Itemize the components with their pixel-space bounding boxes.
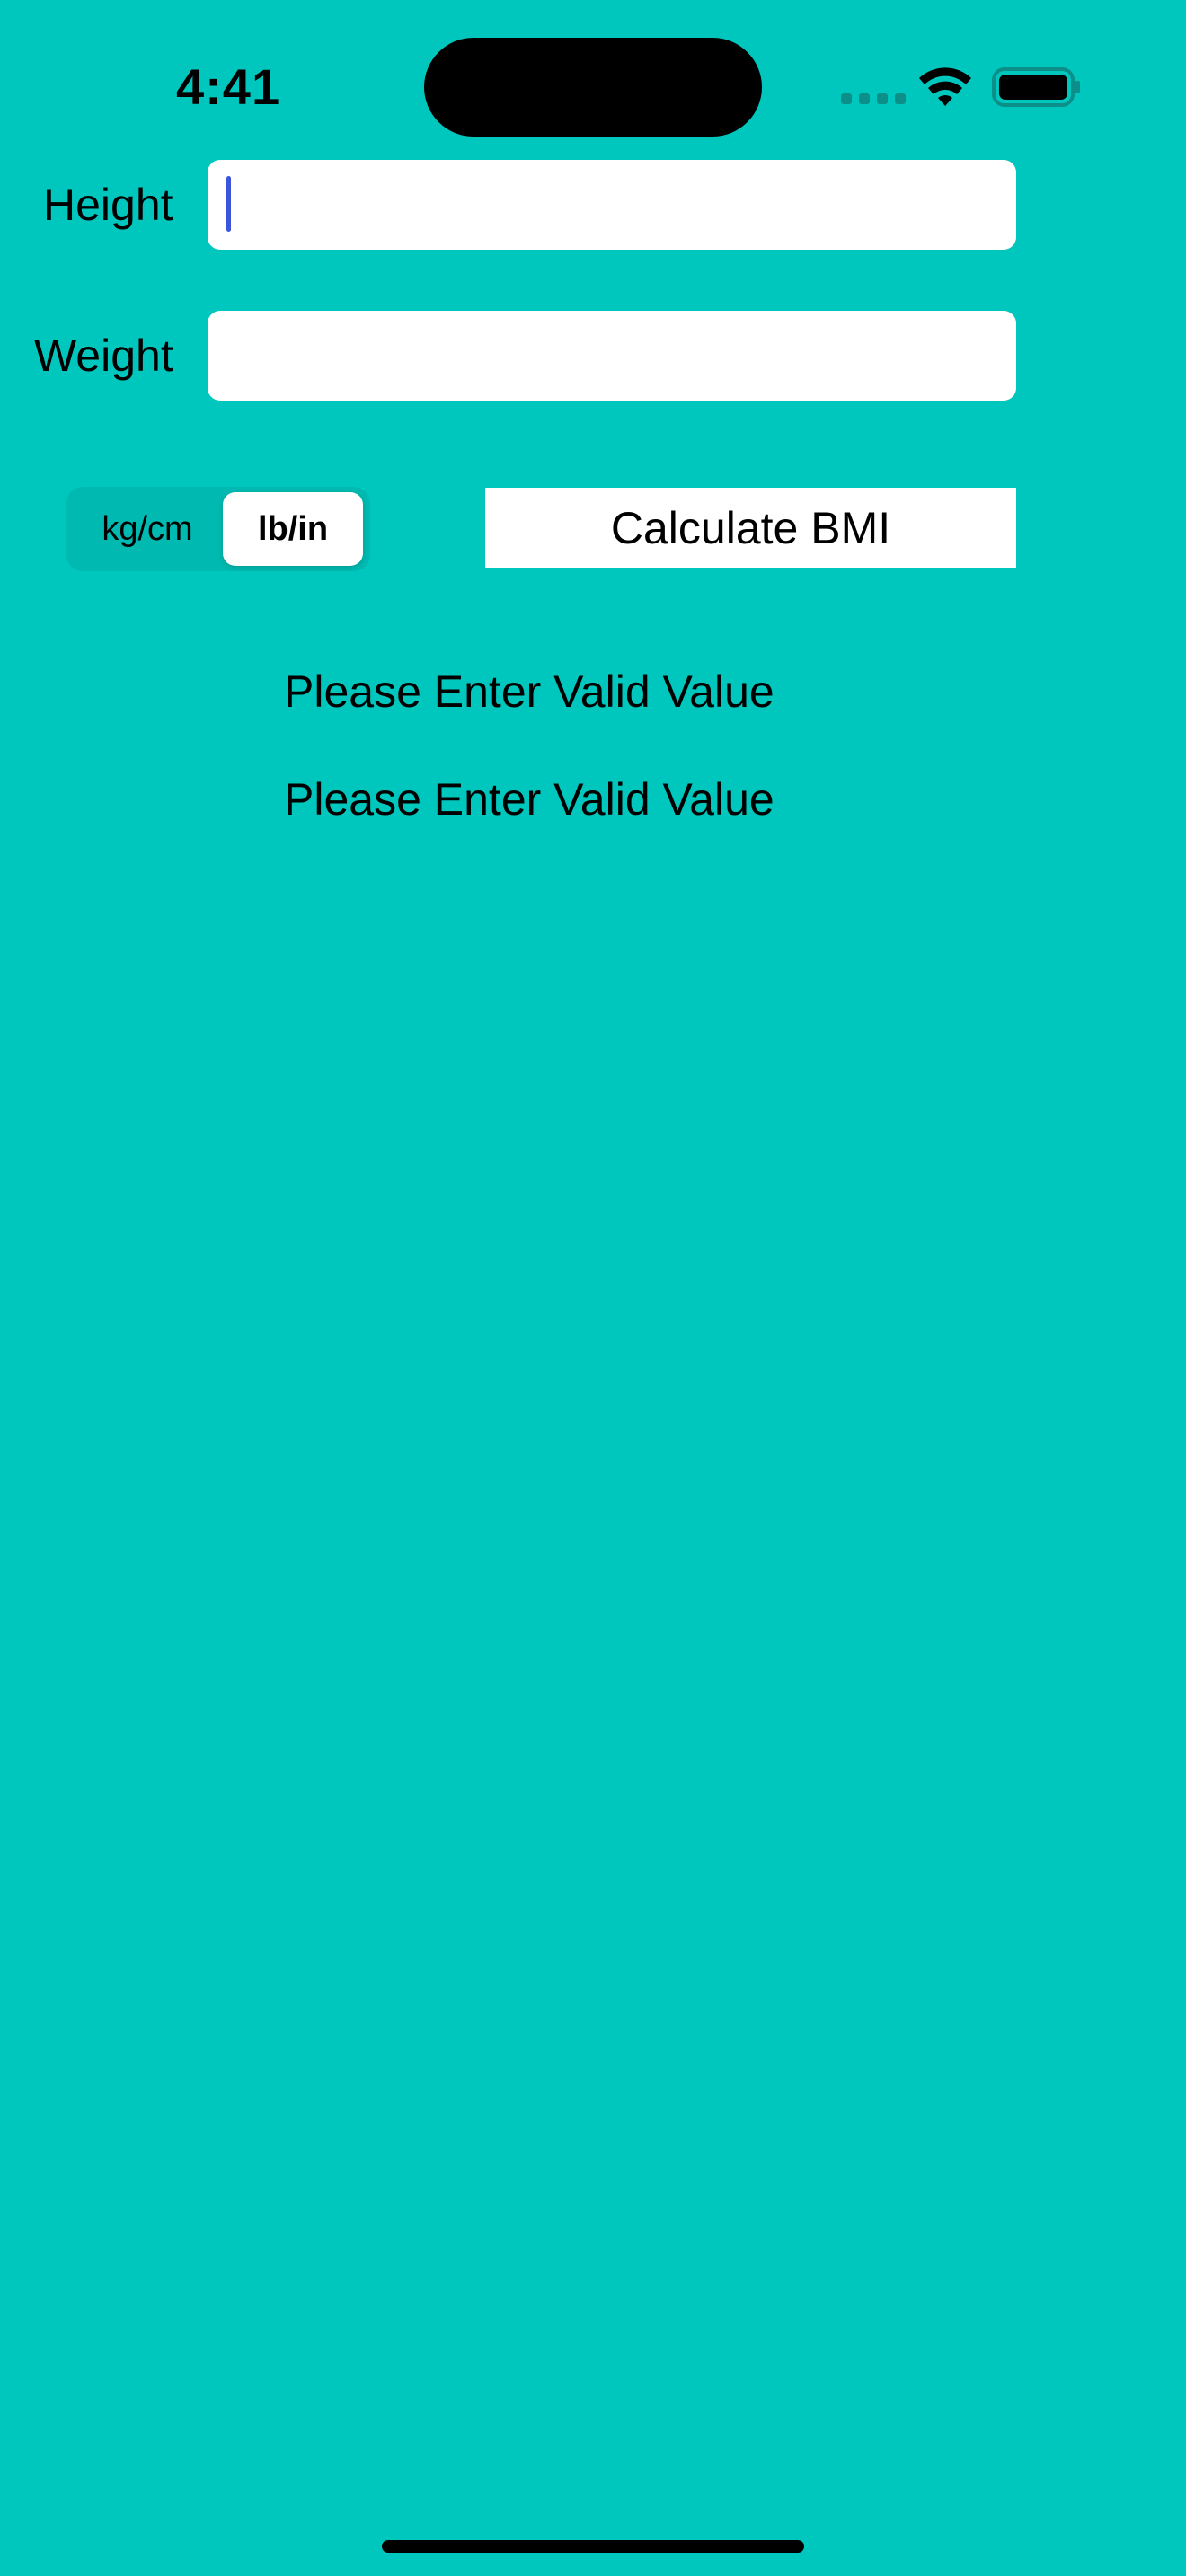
weight-input[interactable]: [208, 311, 1016, 401]
unit-segmented-control[interactable]: kg/cm lb/in: [66, 487, 370, 571]
dynamic-island: [424, 38, 762, 137]
text-cursor: [226, 176, 231, 232]
weight-label: Weight: [34, 331, 173, 381]
home-indicator[interactable]: [382, 2540, 804, 2553]
calculate-bmi-button[interactable]: Calculate BMI: [485, 488, 1016, 568]
cellular-signal-icon: [841, 93, 906, 104]
height-validation-message: Please Enter Valid Value: [284, 666, 774, 717]
height-label: Height: [43, 180, 173, 230]
height-input[interactable]: [208, 160, 1016, 250]
segment-lb-in[interactable]: lb/in: [223, 492, 363, 566]
wifi-icon: [919, 67, 971, 106]
weight-validation-message: Please Enter Valid Value: [284, 774, 774, 825]
segment-kg-cm[interactable]: kg/cm: [72, 492, 223, 566]
status-time: 4:41: [176, 58, 281, 115]
battery-icon: [992, 67, 1080, 107]
